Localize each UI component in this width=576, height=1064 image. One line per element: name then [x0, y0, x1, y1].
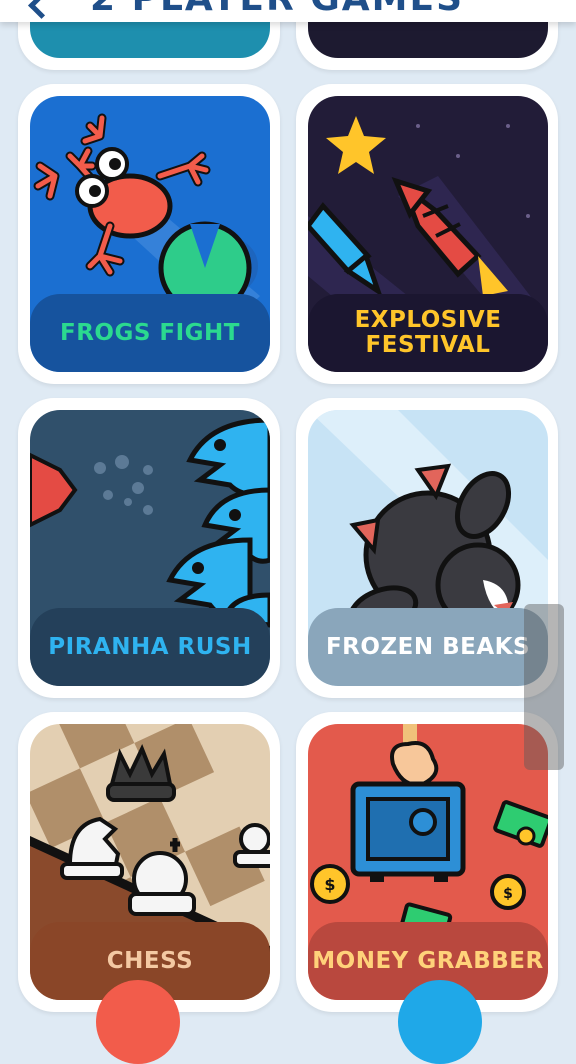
chess-queen-icon	[106, 744, 176, 802]
game-card-money-grabber[interactable]: $ $ MONEY GRABBER	[296, 712, 558, 1012]
svg-text:$: $	[324, 875, 335, 894]
label-band: PIRANHA RUSH	[30, 608, 270, 686]
back-chevron-icon[interactable]	[28, 0, 55, 19]
page-title: 2 PLAYER GAMES	[90, 0, 464, 19]
label-band: EXPLOSIVE FESTIVAL	[308, 294, 548, 372]
player-red-button[interactable]	[96, 980, 180, 1064]
app-header: 2 PLAYER GAMES	[0, 0, 576, 22]
safe-icon	[350, 781, 466, 882]
player-blue-button[interactable]	[398, 980, 482, 1064]
label-band: FROGS FIGHT	[30, 294, 270, 372]
star-icon	[326, 116, 386, 174]
label-band: FROZEN BEAKS	[308, 608, 548, 686]
game-card-explosive-festival[interactable]: EXPLOSIVE FESTIVAL	[296, 84, 558, 384]
game-card-piranha-rush[interactable]: PIRANHA RUSH	[18, 398, 280, 698]
game-card-chess[interactable]: CHESS	[18, 712, 280, 1012]
game-title-piranha-rush: PIRANHA RUSH	[48, 633, 252, 660]
game-card-frozen-beaks[interactable]: FROZEN BEAKS	[296, 398, 558, 698]
scrollbar-thumb[interactable]	[524, 604, 564, 770]
game-title-explosive-festival-line1: EXPLOSIVE	[354, 307, 502, 333]
game-card-frogs-fight[interactable]: FROGS FIGHT	[18, 84, 280, 384]
game-title-chess: CHESS	[106, 947, 194, 974]
svg-text:$: $	[503, 886, 513, 902]
game-title-money-grabber: MONEY GRABBER	[312, 947, 544, 974]
game-title-frogs-fight: FROGS FIGHT	[59, 319, 240, 346]
game-title-frozen-beaks: FROZEN BEAKS	[325, 633, 531, 660]
game-title-explosive-festival-line2: FESTIVAL	[365, 332, 491, 358]
